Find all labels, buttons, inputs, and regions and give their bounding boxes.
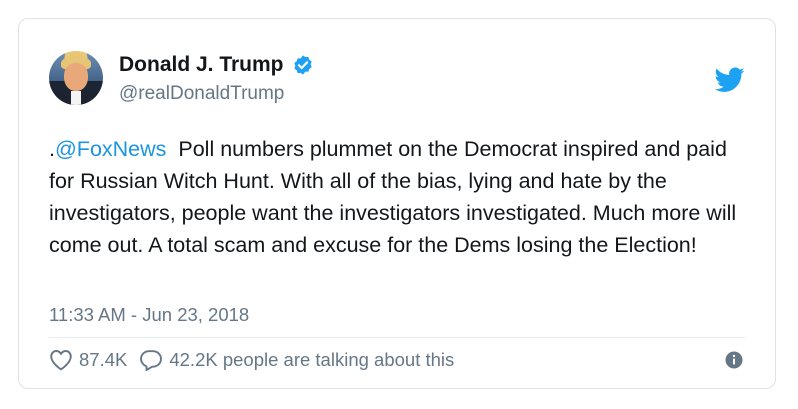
tweet-actions: 87.4K 42.2K people are talking about thi… <box>49 346 454 374</box>
reply-button[interactable]: 42.2K people are talking about this <box>139 349 454 371</box>
like-button[interactable]: 87.4K <box>49 349 127 371</box>
like-count: 87.4K <box>79 349 128 370</box>
avatar-face <box>64 63 88 91</box>
info-icon[interactable] <box>725 351 743 369</box>
reply-bubble-icon <box>140 350 163 371</box>
talking-count: 42.2K people are talking about this <box>169 349 455 370</box>
divider <box>49 337 745 338</box>
twitter-bird-icon[interactable] <box>715 67 745 93</box>
tweet-timestamp[interactable]: 11:33 AM - Jun 23, 2018 <box>49 304 249 326</box>
tweet-card[interactable]: Donald J. Trump @realDonaldTrump .@FoxNe… <box>18 18 776 389</box>
user-handle[interactable]: @realDonaldTrump <box>119 83 284 105</box>
avatar-shirt <box>71 91 81 105</box>
user-name-row: Donald J. Trump <box>119 53 314 77</box>
mention-link[interactable]: @FoxNews <box>55 137 166 161</box>
display-name[interactable]: Donald J. Trump <box>119 53 284 77</box>
tweet-text: .@FoxNews Poll numbers plummet on the De… <box>49 133 749 261</box>
verified-badge-icon <box>293 55 312 75</box>
heart-icon <box>50 350 72 371</box>
avatar[interactable] <box>49 51 103 105</box>
